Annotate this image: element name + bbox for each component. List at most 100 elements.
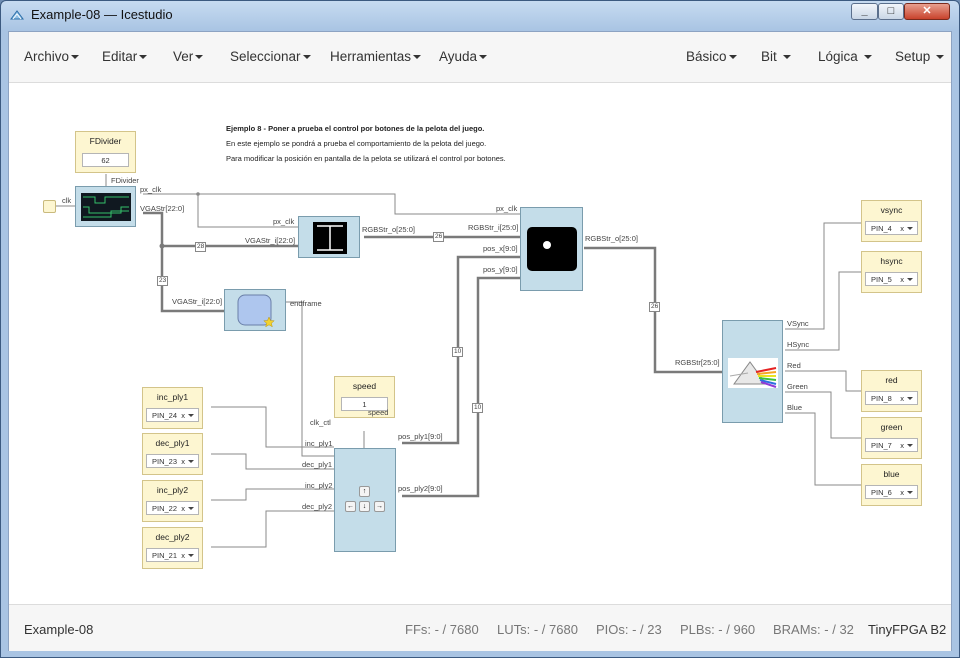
- input-pin-block[interactable]: inc_ply2 PIN_22 x: [142, 480, 203, 522]
- vga-output-block[interactable]: [722, 320, 783, 423]
- port-label: pos_ply2[9:0]: [398, 484, 443, 493]
- pin-select[interactable]: PIN_8 x: [865, 391, 918, 405]
- menu-seleccionar[interactable]: Seleccionar: [230, 49, 311, 64]
- menu-ayuda[interactable]: Ayuda: [439, 49, 488, 64]
- port-label: pos_x[9:0]: [483, 244, 518, 253]
- chevron-down-icon[interactable]: [188, 507, 194, 510]
- design-canvas[interactable]: Ejemplo 8 - Poner a prueba el control po…: [9, 83, 951, 604]
- pin-select[interactable]: PIN_22 x: [146, 501, 199, 515]
- block-name: green: [880, 422, 903, 432]
- chevron-down-icon[interactable]: [907, 278, 913, 281]
- output-pin-block[interactable]: blue PIN_6 x: [861, 464, 922, 506]
- clear-icon[interactable]: x: [900, 275, 904, 284]
- clear-icon[interactable]: x: [181, 411, 185, 420]
- menu-herramientas[interactable]: Herramientas: [330, 49, 422, 64]
- input-pin-block[interactable]: inc_ply1 PIN_24 x: [142, 387, 203, 429]
- block-name: red: [885, 375, 898, 385]
- chevron-down-icon[interactable]: [907, 491, 913, 494]
- bus-width-badge: 10: [472, 403, 484, 413]
- caret-down-icon: [728, 55, 737, 60]
- chevron-down-icon[interactable]: [188, 460, 194, 463]
- menu-logica[interactable]: Lógica: [818, 49, 872, 64]
- vga-sync-block[interactable]: [75, 186, 136, 227]
- output-pin-block[interactable]: red PIN_8 x: [861, 370, 922, 412]
- fdivider-value-field[interactable]: 62: [82, 153, 129, 167]
- board-name[interactable]: TinyFPGA B2: [868, 622, 946, 637]
- port-label: RGBStr_o[25:0]: [362, 225, 415, 234]
- port-label: Blue: [787, 403, 803, 412]
- pin-select[interactable]: PIN_6 x: [865, 485, 918, 499]
- pin-select[interactable]: PIN_23 x: [146, 454, 199, 468]
- menu-label: Setup: [895, 49, 931, 64]
- menu-setup[interactable]: Setup: [895, 49, 945, 64]
- button-control-block[interactable]: ↑ ← ↓ →: [334, 448, 396, 552]
- plbs-counter: PLBs: - / 960: [680, 622, 756, 637]
- pin-select[interactable]: PIN_21 x: [146, 548, 199, 562]
- menu-editar[interactable]: Editar: [102, 49, 148, 64]
- fdivider-constant-block[interactable]: FDivider 62: [75, 131, 136, 173]
- frame-end-icon: [237, 294, 275, 328]
- court-icon: [313, 222, 347, 254]
- input-pin-block[interactable]: dec_ply2 PIN_21 x: [142, 527, 203, 569]
- block-name: dec_ply2: [155, 532, 190, 542]
- description-note[interactable]: Ejemplo 8 - Poner a prueba el control po…: [226, 121, 506, 166]
- frame-end-block[interactable]: [224, 289, 286, 331]
- caret-down-icon: [139, 55, 148, 60]
- ffs-counter: FFs: - / 7680: [405, 622, 479, 637]
- app-client-area: Archivo Editar Ver Seleccionar Herramien…: [8, 31, 952, 651]
- caret-down-icon: [782, 55, 791, 60]
- pin-select[interactable]: PIN_4 x: [865, 221, 918, 235]
- port-label: pos_y[9:0]: [483, 265, 518, 274]
- chevron-down-icon[interactable]: [907, 397, 913, 400]
- port-label: inc_ply2: [305, 481, 333, 490]
- title-bar[interactable]: Example-08 — Icestudio _ □ ✕: [1, 1, 959, 29]
- chevron-down-icon[interactable]: [907, 227, 913, 230]
- clear-icon[interactable]: x: [900, 394, 904, 403]
- bus-width-badge: 28: [195, 242, 207, 252]
- maximize-button[interactable]: □: [878, 3, 904, 20]
- chevron-down-icon[interactable]: [907, 444, 913, 447]
- border-draw-block[interactable]: [298, 216, 360, 258]
- clear-icon[interactable]: x: [181, 504, 185, 513]
- menu-label: Básico: [686, 49, 727, 64]
- menu-label: Archivo: [24, 49, 70, 64]
- clear-icon[interactable]: x: [181, 457, 185, 466]
- arrow-up-icon: ↑: [359, 486, 370, 497]
- clear-icon[interactable]: x: [900, 488, 904, 497]
- pin-select[interactable]: PIN_7 x: [865, 438, 918, 452]
- chevron-down-icon[interactable]: [188, 414, 194, 417]
- clear-icon[interactable]: x: [900, 441, 904, 450]
- port-label: Green: [787, 382, 808, 391]
- pin-value: PIN_24: [152, 411, 178, 420]
- menu-bit[interactable]: Bit: [761, 49, 791, 64]
- menu-archivo[interactable]: Archivo: [24, 49, 80, 64]
- port-label: speed: [368, 408, 389, 417]
- output-pin-block[interactable]: vsync PIN_4 x: [861, 200, 922, 242]
- menu-basico[interactable]: Básico: [686, 49, 737, 64]
- clear-icon[interactable]: x: [181, 551, 185, 560]
- minimize-button[interactable]: _: [851, 3, 878, 20]
- clk-input-block[interactable]: [43, 200, 56, 213]
- bus-width-badge: 26: [649, 302, 661, 312]
- close-button[interactable]: ✕: [904, 3, 950, 20]
- port-label: VGAStr_i[22:0]: [172, 297, 223, 306]
- pios-counter: PIOs: - / 23: [596, 622, 662, 637]
- arrow-right-icon: →: [374, 501, 385, 512]
- prism-icon: [728, 358, 778, 388]
- pin-select[interactable]: PIN_24 x: [146, 408, 199, 422]
- ball-draw-block[interactable]: [520, 207, 583, 291]
- port-label: px_clk: [140, 185, 162, 194]
- pin-select[interactable]: PIN_5 x: [865, 272, 918, 286]
- caret-down-icon: [413, 55, 422, 60]
- input-pin-block[interactable]: dec_ply1 PIN_23 x: [142, 433, 203, 475]
- output-pin-block[interactable]: hsync PIN_5 x: [861, 251, 922, 293]
- pin-value: PIN_22: [152, 504, 178, 513]
- menu-ver[interactable]: Ver: [173, 49, 204, 64]
- clear-icon[interactable]: x: [900, 224, 904, 233]
- output-pin-block[interactable]: green PIN_7 x: [861, 417, 922, 459]
- block-name: FDivider: [89, 136, 122, 146]
- chevron-down-icon[interactable]: [188, 554, 194, 557]
- port-label: RGBStr[25:0]: [675, 358, 720, 367]
- minimize-icon: _: [861, 5, 868, 17]
- port-label: Red: [787, 361, 801, 370]
